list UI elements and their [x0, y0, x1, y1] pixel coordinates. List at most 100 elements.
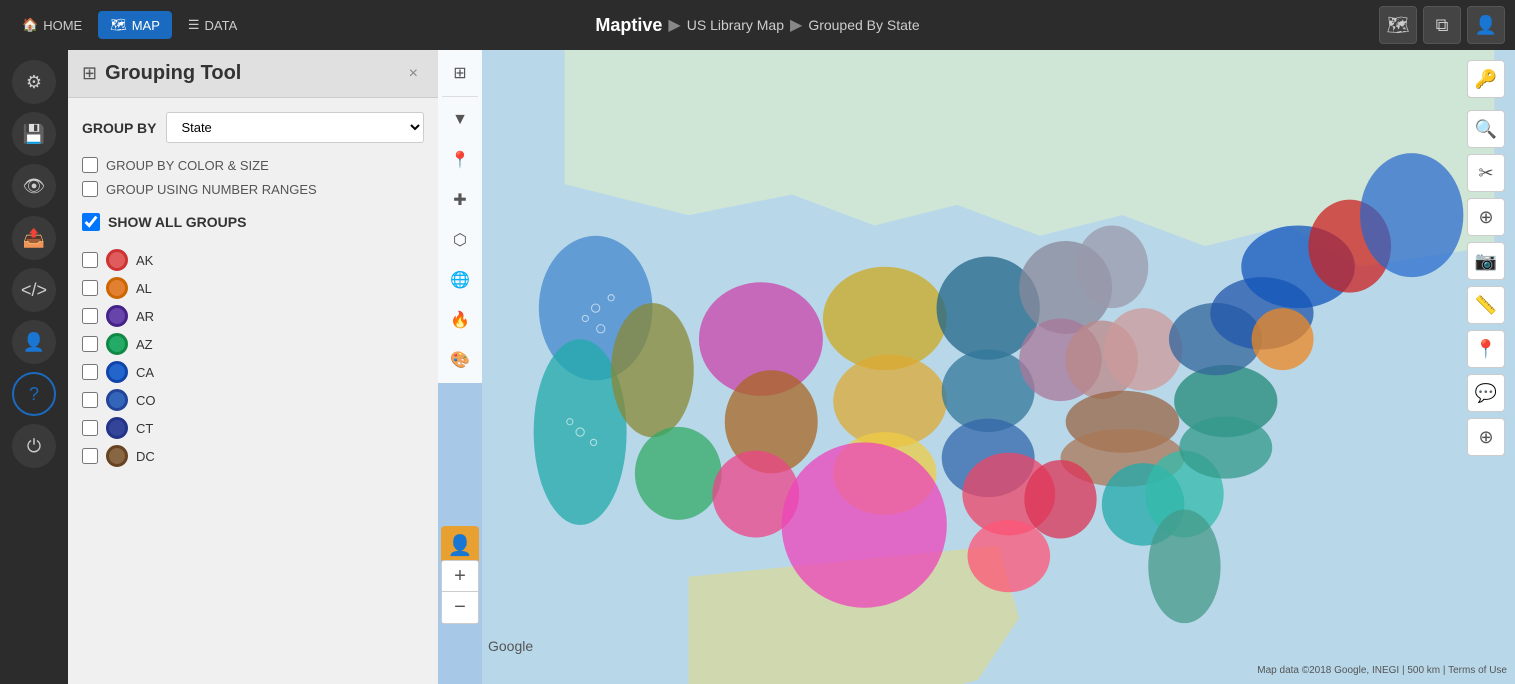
- color-tool-button[interactable]: 🎨: [441, 341, 479, 379]
- group-checkbox-ak[interactable]: [82, 252, 98, 268]
- group-color-dot: [106, 417, 128, 439]
- group-checkbox-al[interactable]: [82, 280, 98, 296]
- group-item: CO: [82, 389, 424, 411]
- grouping-icon: ⊞: [82, 63, 97, 84]
- speech-button[interactable]: 💬: [1467, 374, 1505, 412]
- group-color-dot: [106, 277, 128, 299]
- data-button[interactable]: ☰ DATA: [176, 11, 249, 39]
- map-button[interactable]: 🗺 MAP: [98, 11, 172, 39]
- user-button[interactable]: 👤: [12, 320, 56, 364]
- group-checkbox-ar[interactable]: [82, 308, 98, 324]
- topbar: 🏠 HOME 🗺 MAP ☰ DATA Maptive ▶ US Library…: [0, 0, 1515, 50]
- group-checkbox-co[interactable]: [82, 392, 98, 408]
- panel-header: ⊞ Grouping Tool ×: [68, 50, 438, 98]
- group-checkbox-az[interactable]: [82, 336, 98, 352]
- group-item: AZ: [82, 333, 424, 355]
- breadcrumb-map[interactable]: US Library Map: [687, 17, 784, 33]
- group-by-color-checkbox[interactable]: [82, 157, 98, 173]
- map-area: ⊞ ▼ 📍 ✚ ⬡ 🌐 🔥 🎨 👤 + − 🔑: [438, 50, 1515, 684]
- group-by-row: GROUP BY State City County: [82, 112, 424, 143]
- group-list: AK AL AR AZ CA CO CT DC: [82, 249, 424, 467]
- group-item: AL: [82, 277, 424, 299]
- map-right-controls: 🔑: [1467, 60, 1505, 98]
- group-color-dot: [106, 445, 128, 467]
- group-code-label: AK: [136, 253, 153, 268]
- group-code-label: AR: [136, 309, 154, 324]
- left-sidebar: ⚙ 💾 👁 📤 </> 👤 ? ⏻: [0, 50, 68, 684]
- group-item: AR: [82, 305, 424, 327]
- heat-tool-button[interactable]: 🔥: [441, 301, 479, 339]
- group-by-select[interactable]: State City County: [166, 112, 424, 143]
- settings-button[interactable]: ⚙: [12, 60, 56, 104]
- scissors-button[interactable]: ✂: [1467, 154, 1505, 192]
- save-button[interactable]: 💾: [12, 112, 56, 156]
- show-all-row: SHOW ALL GROUPS: [82, 207, 424, 237]
- topbar-left: 🏠 HOME 🗺 MAP ☰ DATA: [10, 11, 249, 39]
- camera-button[interactable]: 📷: [1467, 242, 1505, 280]
- map-nav-icon: 🗺: [110, 17, 127, 33]
- group-color-dot: [106, 361, 128, 383]
- group-by-label: GROUP BY: [82, 120, 156, 136]
- filter-tool-button[interactable]: ▼: [441, 101, 479, 139]
- map-toolbar: ⊞ ▼ 📍 ✚ ⬡ 🌐 🔥 🎨: [438, 50, 482, 383]
- group-item: DC: [82, 445, 424, 467]
- add-location-button[interactable]: ⊕: [1467, 418, 1505, 456]
- home-icon: 🏠: [22, 17, 38, 33]
- group-by-range-checkbox[interactable]: [82, 181, 98, 197]
- group-color-dot: [106, 249, 128, 271]
- layers-button[interactable]: ⧉: [1423, 6, 1461, 44]
- group-by-range-label: GROUP USING NUMBER RANGES: [106, 182, 317, 197]
- group-code-label: CA: [136, 365, 154, 380]
- group-by-range-row: GROUP USING NUMBER RANGES: [82, 181, 424, 197]
- key-button[interactable]: 🔑: [1467, 60, 1505, 98]
- group-item: CT: [82, 417, 424, 439]
- group-color-dot: [106, 333, 128, 355]
- ruler-button[interactable]: 📏: [1467, 286, 1505, 324]
- group-item: CA: [82, 361, 424, 383]
- panel-title: Grouping Tool: [105, 62, 395, 85]
- group-by-color-row: GROUP BY COLOR & SIZE: [82, 157, 424, 173]
- zoom-controls: + −: [441, 560, 479, 624]
- search-button[interactable]: 🔍: [1467, 110, 1505, 148]
- group-checkbox-ct[interactable]: [82, 420, 98, 436]
- power-button[interactable]: ⏻: [12, 424, 56, 468]
- group-color-dot: [106, 389, 128, 411]
- map-svg: [482, 50, 1515, 684]
- home-button[interactable]: 🏠 HOME: [10, 11, 94, 39]
- group-code-label: AZ: [136, 337, 153, 352]
- group-code-label: CT: [136, 421, 153, 436]
- google-label: Google: [488, 638, 533, 654]
- group-checkbox-ca[interactable]: [82, 364, 98, 380]
- share-button[interactable]: 👤: [1467, 6, 1505, 44]
- show-all-checkbox[interactable]: [82, 213, 100, 231]
- zoom-in-button[interactable]: +: [441, 560, 479, 592]
- help-button[interactable]: ?: [12, 372, 56, 416]
- map-style-button[interactable]: 🗺: [1379, 6, 1417, 44]
- code-button[interactable]: </>: [12, 268, 56, 312]
- grouping-panel: ⊞ Grouping Tool × GROUP BY State City Co…: [68, 50, 438, 684]
- export-button[interactable]: 📤: [12, 216, 56, 260]
- zoom-out-button[interactable]: −: [441, 592, 479, 624]
- grouping-tool-button[interactable]: ⊞: [441, 54, 479, 92]
- globe-tool-button[interactable]: 🌐: [441, 261, 479, 299]
- group-code-label: AL: [136, 281, 152, 296]
- route-tool-button[interactable]: ✚: [441, 181, 479, 219]
- sep2: ▶: [790, 15, 802, 35]
- panel-close-button[interactable]: ×: [403, 63, 424, 85]
- home-label: HOME: [43, 18, 82, 33]
- crosshair-button[interactable]: ⊕: [1467, 198, 1505, 236]
- view-button[interactable]: 👁: [12, 164, 56, 208]
- breadcrumb: Maptive ▶ US Library Map ▶ Grouped By St…: [595, 15, 919, 36]
- shape-tool-button[interactable]: ⬡: [441, 221, 479, 259]
- group-checkbox-dc[interactable]: [82, 448, 98, 464]
- pin-tool-button[interactable]: 📍: [441, 141, 479, 179]
- group-code-label: CO: [136, 393, 156, 408]
- location-button[interactable]: 📍: [1467, 330, 1505, 368]
- map-label: MAP: [132, 18, 160, 33]
- right-tools: 🔍 ✂ ⊕ 📷 📏 📍 💬 ⊕: [1467, 110, 1505, 456]
- data-icon: ☰: [188, 17, 200, 33]
- group-code-label: DC: [136, 449, 155, 464]
- street-view-button[interactable]: 👤: [441, 526, 479, 564]
- group-item: AK: [82, 249, 424, 271]
- group-color-dot: [106, 305, 128, 327]
